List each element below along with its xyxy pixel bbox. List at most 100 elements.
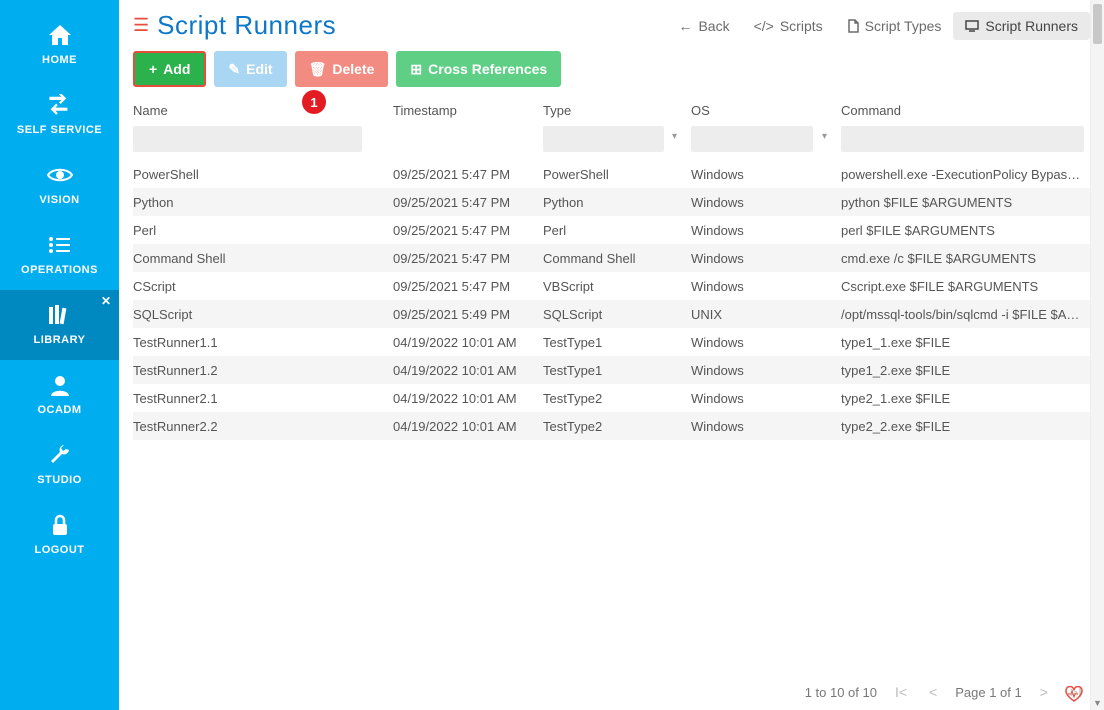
sidebar-item-operations[interactable]: OPERATIONS (0, 220, 119, 290)
cell-timestamp: 04/19/2022 10:01 AM (393, 412, 543, 440)
table-row[interactable]: TestRunner2.204/19/2022 10:01 AMTestType… (133, 412, 1090, 440)
scrollbar-thumb[interactable] (1093, 4, 1102, 44)
table-row[interactable]: Command Shell09/25/2021 5:47 PMCommand S… (133, 244, 1090, 272)
back-arrow-icon: ← (678, 18, 692, 34)
filter-command-input[interactable] (841, 126, 1084, 152)
nav-label: Back (698, 18, 729, 34)
cell-os: Windows (691, 188, 841, 216)
cell-command: type2_2.exe $FILE (841, 412, 1090, 440)
button-label: Edit (246, 61, 272, 77)
scrollbar-down-icon[interactable]: ▼ (1091, 696, 1104, 710)
runner-icon (965, 20, 979, 32)
filter-os-select[interactable] (691, 126, 813, 152)
table-row[interactable]: PowerShell09/25/2021 5:47 PMPowerShellWi… (133, 160, 1090, 188)
cell-name: Command Shell (133, 244, 393, 272)
table-row[interactable]: Perl09/25/2021 5:47 PMPerlWindowsperl $F… (133, 216, 1090, 244)
link-icon: ⊞ (410, 61, 422, 78)
main-content: ☰ Script Runners ← Back </> Scripts Scri… (119, 0, 1104, 710)
column-header-command[interactable]: Command (841, 97, 1090, 126)
cell-type: TestType1 (543, 328, 691, 356)
plus-icon: + (149, 61, 157, 77)
cell-type: VBScript (543, 272, 691, 300)
cell-type: TestType1 (543, 356, 691, 384)
topbar: ☰ Script Runners ← Back </> Scripts Scri… (119, 0, 1104, 47)
filter-type-select[interactable] (543, 126, 664, 152)
swap-icon (47, 92, 73, 118)
cell-timestamp: 04/19/2022 10:01 AM (393, 328, 543, 356)
list-icon (48, 232, 72, 258)
cell-name: Perl (133, 216, 393, 244)
cell-command: perl $FILE $ARGUMENTS (841, 216, 1090, 244)
cell-timestamp: 04/19/2022 10:01 AM (393, 356, 543, 384)
table-row[interactable]: Python09/25/2021 5:47 PMPythonWindowspyt… (133, 188, 1090, 216)
cell-os: Windows (691, 328, 841, 356)
pager-next-icon[interactable]: > (1036, 684, 1052, 700)
column-header-name[interactable]: Name (133, 97, 393, 126)
table-row[interactable]: SQLScript09/25/2021 5:49 PMSQLScriptUNIX… (133, 300, 1090, 328)
nav-script-types[interactable]: Script Types (835, 12, 954, 40)
cell-name: TestRunner2.2 (133, 412, 393, 440)
sidebar-item-studio[interactable]: STUDIO (0, 430, 119, 500)
trash-icon: 🗑 (309, 61, 327, 78)
sidebar-item-label: LIBRARY (34, 334, 86, 346)
hamburger-icon[interactable]: ☰ (133, 15, 149, 36)
sidebar: HOME SELF SERVICE VISION OPERATIONS ✕ (0, 0, 119, 710)
table-row[interactable]: TestRunner1.204/19/2022 10:01 AMTestType… (133, 356, 1090, 384)
pager-prev-icon[interactable]: < (925, 684, 941, 700)
nav-script-runners[interactable]: Script Runners (953, 12, 1090, 40)
sidebar-item-home[interactable]: HOME (0, 10, 119, 80)
close-icon[interactable]: ✕ (101, 294, 111, 308)
nav-back[interactable]: ← Back (666, 12, 741, 40)
cross-references-button[interactable]: ⊞ Cross References (396, 51, 561, 87)
lock-icon (50, 512, 70, 538)
cell-command: Cscript.exe $FILE $ARGUMENTS (841, 272, 1090, 300)
button-label: Cross References (428, 61, 547, 77)
vertical-scrollbar[interactable]: ▲ ▼ (1090, 0, 1104, 710)
column-header-timestamp[interactable]: Timestamp (393, 97, 543, 126)
sidebar-item-label: SELF SERVICE (17, 124, 102, 136)
file-icon (847, 19, 859, 33)
table-row[interactable]: TestRunner1.104/19/2022 10:01 AMTestType… (133, 328, 1090, 356)
toolbar: + Add ✎ Edit 🗑 Delete ⊞ Cross References (119, 47, 1104, 97)
cell-command: type1_2.exe $FILE (841, 356, 1090, 384)
page-indicator: Page 1 of 1 (955, 685, 1022, 700)
cell-os: Windows (691, 356, 841, 384)
table-filter-row (133, 126, 1090, 160)
cell-type: PowerShell (543, 160, 691, 188)
table-container: Name Timestamp Type OS Command PowerS (119, 97, 1104, 674)
cell-name: CScript (133, 272, 393, 300)
cell-timestamp: 09/25/2021 5:49 PM (393, 300, 543, 328)
delete-button[interactable]: 🗑 Delete (295, 51, 389, 87)
sidebar-item-vision[interactable]: VISION (0, 150, 119, 220)
nav-scripts[interactable]: </> Scripts (742, 12, 835, 40)
sidebar-item-label: VISION (39, 194, 79, 206)
nav-label: Script Types (865, 18, 942, 34)
cell-os: Windows (691, 244, 841, 272)
table-header-row: Name Timestamp Type OS Command (133, 97, 1090, 126)
add-button[interactable]: + Add (133, 51, 206, 87)
cell-name: Python (133, 188, 393, 216)
column-header-os[interactable]: OS (691, 97, 841, 126)
column-header-type[interactable]: Type (543, 97, 691, 126)
heartbeat-icon[interactable] (1064, 686, 1084, 702)
cell-os: Windows (691, 216, 841, 244)
filter-name-input[interactable] (133, 126, 362, 152)
sidebar-item-library[interactable]: ✕ LIBRARY (0, 290, 119, 360)
cell-timestamp: 09/25/2021 5:47 PM (393, 160, 543, 188)
sidebar-item-label: LOGOUT (34, 544, 84, 556)
cell-command: powershell.exe -ExecutionPolicy Bypass -… (841, 160, 1090, 188)
table-row[interactable]: TestRunner2.104/19/2022 10:01 AMTestType… (133, 384, 1090, 412)
cell-os: Windows (691, 384, 841, 412)
sidebar-item-logout[interactable]: LOGOUT (0, 500, 119, 570)
wrench-icon (49, 442, 71, 468)
sidebar-item-label: OPERATIONS (21, 264, 98, 276)
table-row[interactable]: CScript09/25/2021 5:47 PMVBScriptWindows… (133, 272, 1090, 300)
sidebar-item-label: HOME (42, 54, 77, 66)
sidebar-item-ocadm[interactable]: OCADM (0, 360, 119, 430)
cell-os: Windows (691, 160, 841, 188)
pencil-icon: ✎ (228, 61, 240, 78)
sidebar-item-self-service[interactable]: SELF SERVICE (0, 80, 119, 150)
cell-os: Windows (691, 272, 841, 300)
pager-first-icon[interactable]: I< (891, 684, 911, 700)
edit-button[interactable]: ✎ Edit (214, 51, 286, 87)
